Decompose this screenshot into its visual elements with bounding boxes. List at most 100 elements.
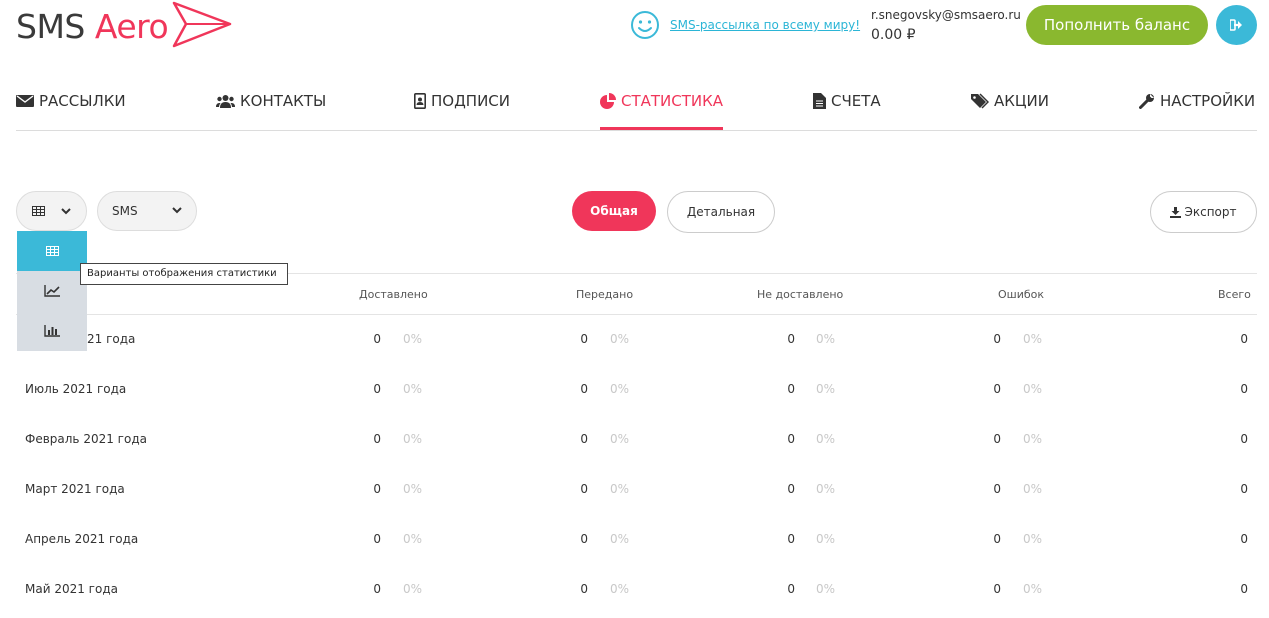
cell-not-delivered-pct: 0% (816, 332, 836, 346)
nav-item-label: КОНТАКТЫ (240, 92, 327, 110)
file-icon (813, 93, 826, 109)
tags-icon (971, 93, 989, 109)
wrench-icon (1139, 94, 1154, 109)
view-mode-select[interactable] (16, 191, 87, 231)
view-mode-dropdown (17, 231, 87, 351)
cell-not-delivered-pct: 0% (816, 532, 836, 546)
nav-item-label: ПОДПИСИ (431, 92, 510, 110)
cell-not-delivered: 0 (787, 432, 795, 446)
cell-errors-pct: 0% (1023, 382, 1043, 396)
row-period: Май 2021 года (25, 582, 118, 596)
cell-delivered-pct: 0% (403, 332, 423, 346)
cell-errors-pct: 0% (1023, 432, 1043, 446)
cell-delivered: 0 (373, 332, 381, 346)
column-header-delivered: Доставлено (359, 288, 428, 301)
table-row: Май 2021 года 0 0% 0 0% 0 0% 0 0% 0 (16, 564, 1257, 614)
cell-total: 0 (1240, 382, 1248, 396)
view-option-bar-chart[interactable] (17, 311, 87, 351)
logo-aero-text: Aero (94, 6, 169, 46)
promo-link[interactable]: SMS-рассылка по всему миру! (670, 18, 860, 32)
promo: SMS-рассылка по всему миру! (630, 10, 860, 40)
cell-not-delivered: 0 (787, 332, 795, 346)
paper-plane-icon (172, 1, 232, 48)
logo-sms-text: SMS (16, 6, 85, 46)
general-stats-button[interactable]: Общая (572, 191, 656, 231)
cell-delivered-pct: 0% (403, 482, 423, 496)
nav-item-invoices[interactable]: СЧЕТА (813, 90, 881, 112)
row-period: Апрель 2021 года (25, 532, 139, 546)
table-row: Июль 2021 года 0 0% 0 0% 0 0% 0 0% 0 (16, 364, 1257, 414)
table-icon (45, 246, 59, 256)
users-icon (216, 95, 235, 108)
nav-item-mailings[interactable]: РАССЫЛКИ (16, 90, 126, 112)
cell-not-delivered: 0 (787, 582, 795, 596)
detailed-stats-button[interactable]: Детальная (667, 191, 775, 233)
message-type-value: SMS (112, 204, 138, 218)
cell-sent-pct: 0% (610, 382, 630, 396)
row-period: Февраль 2021 года (25, 432, 147, 446)
cell-sent-pct: 0% (610, 332, 630, 346)
cell-total: 0 (1240, 432, 1248, 446)
cell-errors: 0 (993, 532, 1001, 546)
column-header-sent: Передано (576, 288, 634, 301)
download-icon (1170, 206, 1182, 218)
cell-delivered-pct: 0% (403, 432, 423, 446)
sign-out-icon (1229, 19, 1242, 31)
cell-errors: 0 (993, 582, 1001, 596)
logo[interactable]: SMS Aero (16, 1, 232, 50)
column-header-errors: Ошибок (998, 288, 1045, 301)
cell-delivered-pct: 0% (403, 382, 423, 396)
cell-delivered-pct: 0% (403, 532, 423, 546)
column-header-total: Всего (1218, 288, 1251, 301)
export-label: Экспорт (1184, 205, 1237, 219)
account-balance: 0.00 ₽ (871, 27, 916, 43)
cell-errors: 0 (993, 432, 1001, 446)
cell-delivered-pct: 0% (403, 582, 423, 596)
cell-total: 0 (1240, 582, 1248, 596)
bar-chart-icon (44, 325, 60, 337)
cell-not-delivered-pct: 0% (816, 382, 836, 396)
nav-item-signatures[interactable]: ПОДПИСИ (414, 90, 510, 112)
nav-item-promotions[interactable]: АКЦИИ (971, 90, 1049, 112)
cell-sent: 0 (580, 332, 588, 346)
envelope-icon (16, 95, 34, 107)
table-icon (32, 206, 45, 216)
row-period: Март 2021 года (25, 482, 125, 496)
table-row: Февраль 2021 года 0 0% 0 0% 0 0% 0 0% 0 (16, 414, 1257, 464)
cell-total: 0 (1240, 332, 1248, 346)
logout-button[interactable] (1216, 5, 1257, 45)
export-button[interactable]: Экспорт (1150, 191, 1257, 233)
cell-sent-pct: 0% (610, 432, 630, 446)
nav-item-settings[interactable]: НАСТРОЙКИ (1139, 90, 1255, 112)
cell-errors-pct: 0% (1023, 582, 1043, 596)
nav-item-statistics[interactable]: СТАТИСТИКА (600, 90, 723, 112)
cell-delivered: 0 (373, 382, 381, 396)
view-option-table[interactable] (17, 231, 87, 271)
active-tab-underline (600, 127, 723, 130)
cell-not-delivered: 0 (787, 482, 795, 496)
cell-errors: 0 (993, 382, 1001, 396)
cell-errors: 0 (993, 332, 1001, 346)
nav-item-contacts[interactable]: КОНТАКТЫ (216, 90, 326, 112)
cell-not-delivered: 0 (787, 382, 795, 396)
cell-errors-pct: 0% (1023, 332, 1043, 346)
cell-not-delivered-pct: 0% (816, 432, 836, 446)
cell-sent: 0 (580, 532, 588, 546)
id-badge-icon (414, 93, 426, 109)
nav-item-label: НАСТРОЙКИ (1160, 92, 1256, 110)
table-row: 21 года 0 0% 0 0% 0 0% 0 0% 0 (16, 314, 1257, 364)
main-nav: РАССЫЛКИ КОНТАКТЫ ПОДПИСИ СТАТИСТИКА СЧЕ… (16, 84, 1257, 131)
message-type-select[interactable]: SMS (97, 191, 197, 231)
topup-balance-button[interactable]: Пополнить баланс (1026, 5, 1208, 45)
smile-icon (631, 11, 659, 39)
view-option-line-chart[interactable] (17, 271, 87, 311)
nav-item-label: АКЦИИ (994, 92, 1049, 110)
cell-total: 0 (1240, 482, 1248, 496)
row-period: 21 года (87, 332, 136, 346)
column-header-not-delivered: Не доставлено (757, 288, 844, 301)
cell-sent: 0 (580, 582, 588, 596)
cell-sent: 0 (580, 432, 588, 446)
cell-delivered: 0 (373, 582, 381, 596)
chevron-down-icon (61, 207, 71, 214)
cell-sent-pct: 0% (610, 582, 630, 596)
